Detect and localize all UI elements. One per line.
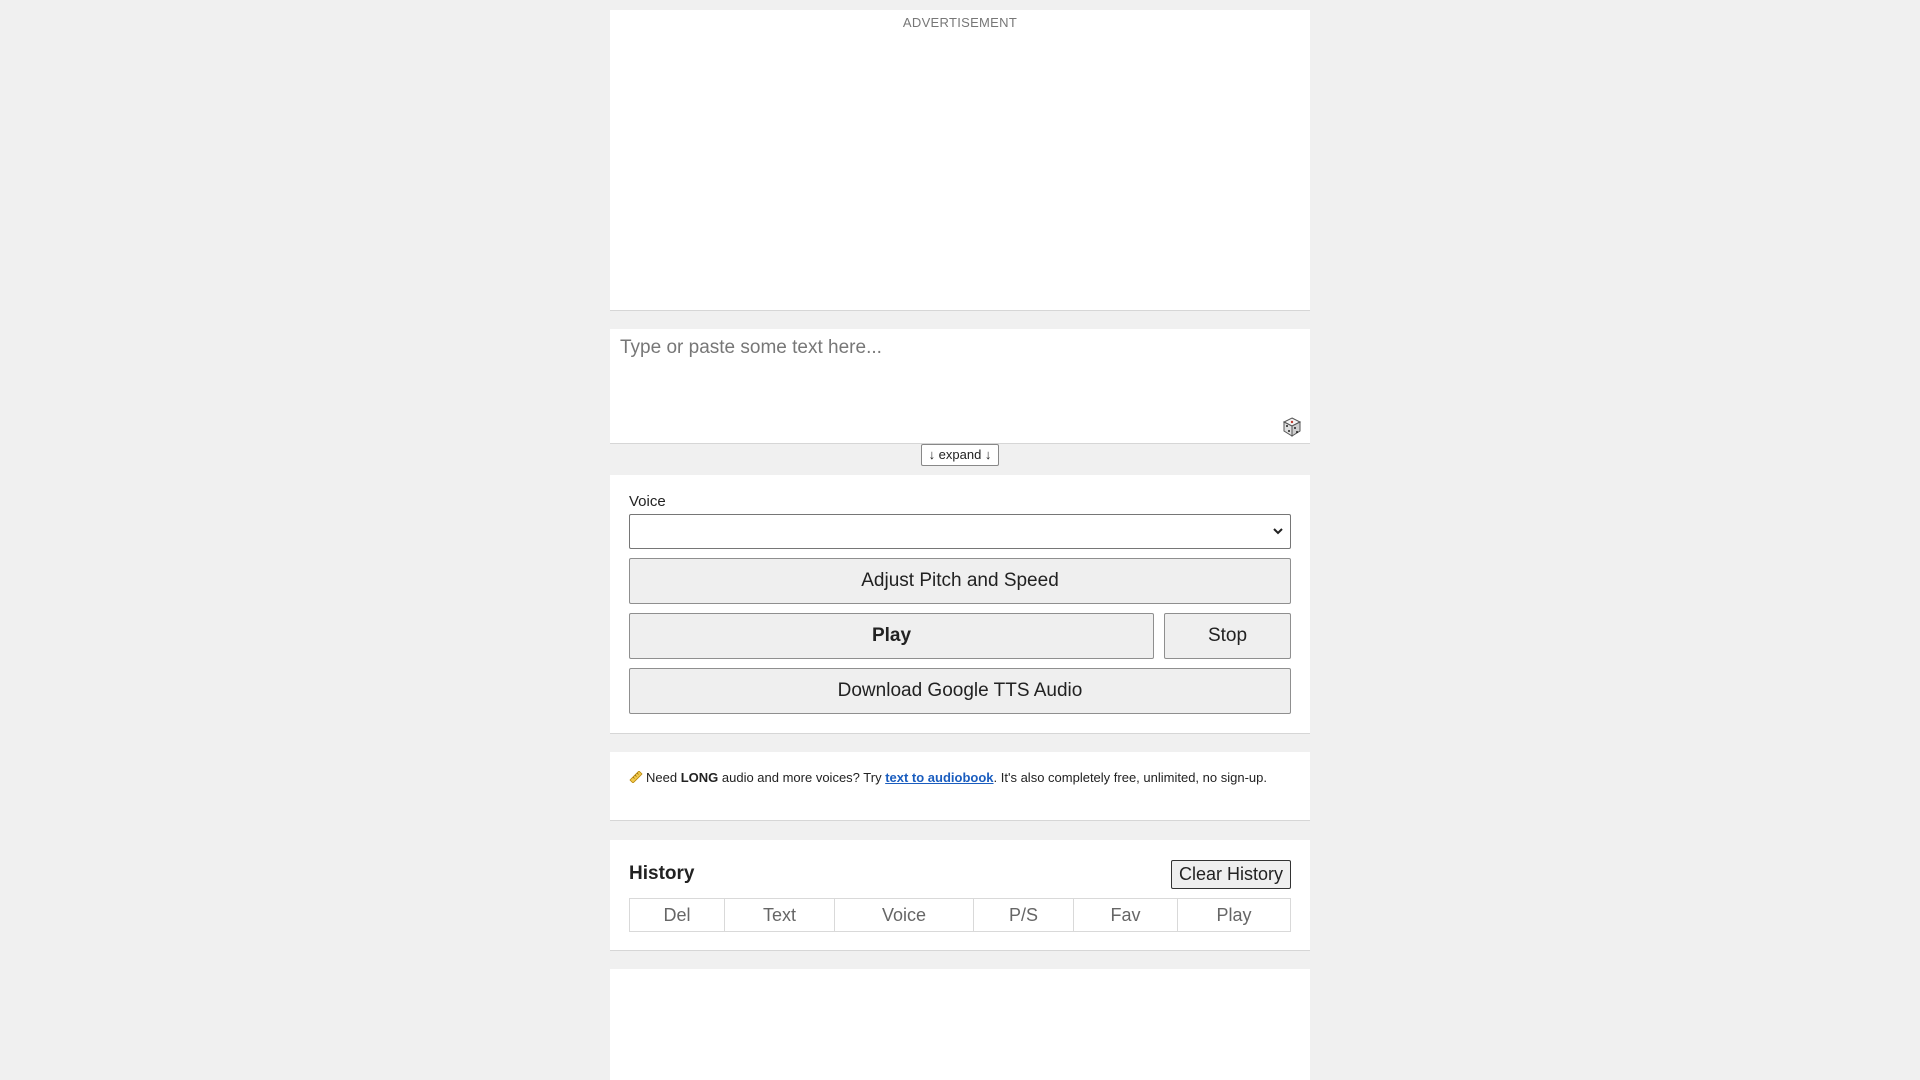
column-header-del: Del bbox=[629, 898, 725, 932]
text-input-card bbox=[610, 329, 1310, 444]
chevron-down-icon bbox=[1273, 528, 1283, 535]
history-title: History bbox=[629, 863, 695, 884]
adjust-pitch-speed-button[interactable]: Adjust Pitch and Speed bbox=[629, 558, 1291, 604]
column-header-voice: Voice bbox=[834, 898, 974, 932]
tip-text-middle: audio and more voices? Try bbox=[718, 770, 886, 785]
tip-text-after: . It's also completely free, unlimited, … bbox=[993, 770, 1267, 785]
voice-select[interactable] bbox=[629, 514, 1291, 549]
column-header-play: Play bbox=[1177, 898, 1291, 932]
column-header-fav: Fav bbox=[1073, 898, 1178, 932]
advertisement-label: ADVERTISEMENT bbox=[902, 15, 1018, 30]
stop-button[interactable]: Stop bbox=[1164, 613, 1291, 659]
history-table: Del Text Voice P/S Fav Play bbox=[629, 898, 1291, 932]
expand-button[interactable]: ↓ expand ↓ bbox=[920, 444, 1000, 466]
tip-text-before: Need bbox=[646, 770, 681, 785]
play-button[interactable]: Play bbox=[629, 613, 1154, 659]
advertisement-bottom bbox=[610, 969, 1310, 1080]
history-header-row: Del Text Voice P/S Fav Play bbox=[629, 898, 1291, 932]
clear-history-button[interactable]: Clear History bbox=[1170, 859, 1291, 889]
voice-label: Voice bbox=[629, 493, 666, 510]
advertisement-top: ADVERTISEMENT bbox=[610, 10, 1310, 311]
download-audio-button[interactable]: Download Google TTS Audio bbox=[629, 668, 1291, 714]
text-to-audiobook-link[interactable]: text to audiobook bbox=[885, 770, 993, 785]
text-input[interactable] bbox=[610, 329, 1310, 443]
column-header-text: Text bbox=[724, 898, 835, 932]
playback-buttons: Play Stop bbox=[629, 613, 1291, 659]
voice-controls: Voice Adjust Pitch and Speed Play Stop D… bbox=[610, 475, 1310, 734]
history-header: History Clear History bbox=[629, 859, 1291, 889]
dice-icon[interactable] bbox=[1282, 417, 1302, 437]
history-panel: History Clear History Del Text Voice P/S… bbox=[610, 840, 1310, 951]
ruler-icon bbox=[629, 771, 643, 783]
tip-text-strong: LONG bbox=[680, 770, 719, 785]
audiobook-tip: Need LONG audio and more voices? Try tex… bbox=[610, 752, 1310, 821]
column-header-ps: P/S bbox=[973, 898, 1074, 932]
expand-row: ↓ expand ↓ bbox=[610, 444, 1310, 466]
